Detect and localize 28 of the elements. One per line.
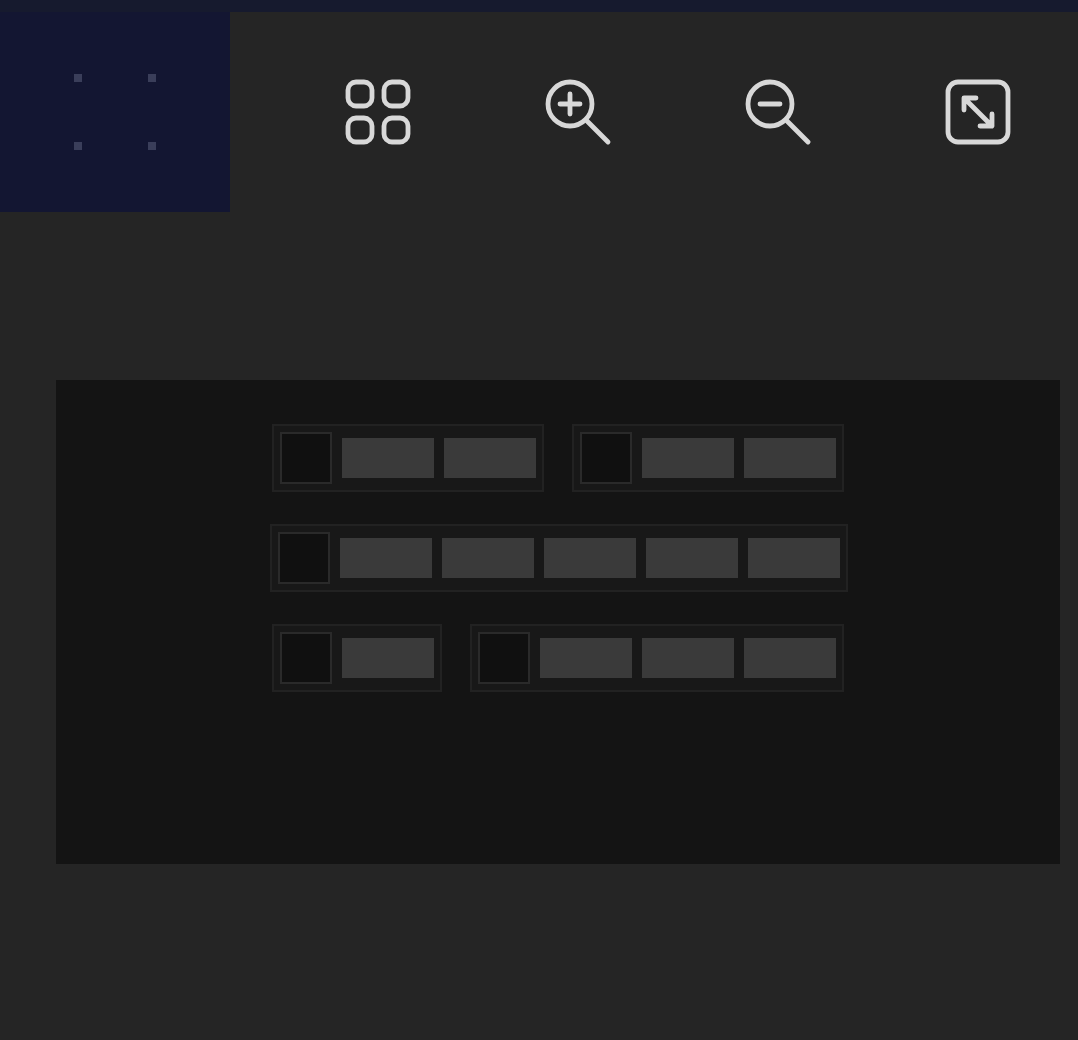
minimap[interactable] bbox=[0, 12, 230, 212]
node-block bbox=[441, 538, 533, 578]
fit-screen-icon bbox=[942, 76, 1014, 148]
node-block bbox=[540, 638, 632, 678]
node-header bbox=[478, 632, 530, 684]
node-block bbox=[543, 538, 635, 578]
zoom-out-icon bbox=[740, 74, 816, 150]
node-block bbox=[642, 438, 734, 478]
node-block bbox=[339, 538, 431, 578]
node-header bbox=[580, 432, 632, 484]
node-group[interactable] bbox=[272, 424, 544, 492]
zoom-in-icon bbox=[540, 74, 616, 150]
node-block bbox=[444, 438, 536, 478]
node-group[interactable] bbox=[269, 524, 847, 592]
node-block bbox=[342, 638, 434, 678]
node-header bbox=[280, 632, 332, 684]
node-group[interactable] bbox=[572, 424, 844, 492]
node-group[interactable] bbox=[470, 624, 844, 692]
node-block bbox=[747, 538, 839, 578]
node-header bbox=[280, 432, 332, 484]
node-block bbox=[645, 538, 737, 578]
node-block bbox=[342, 438, 434, 478]
node-group[interactable] bbox=[272, 624, 442, 692]
grid-icon bbox=[342, 76, 414, 148]
node-block bbox=[744, 638, 836, 678]
node-header bbox=[277, 532, 329, 584]
node-block bbox=[642, 638, 734, 678]
node-block bbox=[744, 438, 836, 478]
